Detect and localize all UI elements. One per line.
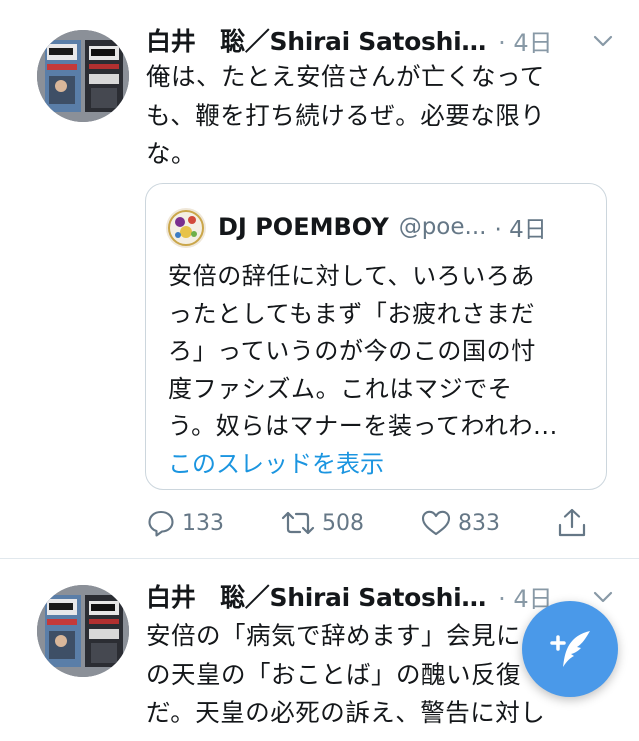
- quoted-author-name: DJ POEMBOY: [218, 213, 389, 241]
- compose-tweet-icon: [550, 631, 590, 667]
- quoted-tweet[interactable]: DJ POEMBOY @poe... · 4日 安倍の辞任に対して、いろいろあ …: [145, 183, 607, 490]
- author-avatar[interactable]: [37, 585, 129, 677]
- retweet-button[interactable]: 508: [280, 503, 364, 543]
- retweet-count: 508: [322, 510, 364, 536]
- like-count: 833: [458, 510, 500, 536]
- chevron-down-icon[interactable]: [590, 28, 616, 54]
- quoted-author-avatar: [166, 208, 206, 248]
- reply-count: 133: [182, 510, 224, 536]
- quoted-author-handle: @poe...: [398, 214, 487, 240]
- heart-icon: [421, 510, 451, 536]
- share-icon: [558, 508, 586, 537]
- share-button[interactable]: [556, 503, 594, 543]
- reply-icon: [148, 510, 174, 537]
- tweet-item[interactable]: 白井 聡／Shirai Satoshi… · 4日 俺は、たとえ安倍さんが亡くな…: [0, 0, 639, 559]
- show-thread-link[interactable]: このスレッドを表示: [168, 444, 384, 479]
- book-cover-avatar: [37, 30, 129, 122]
- retweet-icon: [281, 511, 315, 535]
- chevron-down-icon[interactable]: [590, 584, 616, 610]
- tweet-actions: 133 508 833: [146, 503, 606, 543]
- like-button[interactable]: 833: [420, 503, 500, 543]
- compose-tweet-button[interactable]: [522, 601, 618, 697]
- tweet-text: 安倍の「病気で辞めます」会見に の天皇の「おことば」の醜い反復 だ。天皇の必死の…: [146, 621, 546, 727]
- tweet-header: 白井 聡／Shirai Satoshi… · 4日: [146, 22, 616, 58]
- quoted-tweet-header: DJ POEMBOY @poe... · 4日: [218, 210, 547, 244]
- poemboy-avatar-icon: [166, 208, 206, 248]
- author-name[interactable]: 白井 聡／Shirai Satoshi…: [146, 22, 486, 58]
- author-avatar[interactable]: [37, 30, 129, 122]
- author-name[interactable]: 白井 聡／Shirai Satoshi…: [146, 578, 486, 614]
- tweet-timestamp[interactable]: · 4日: [498, 23, 553, 58]
- book-cover-avatar: [37, 585, 129, 677]
- reply-button[interactable]: 133: [146, 503, 224, 543]
- tweet-text: 俺は、たとえ安倍さんが亡くなって も、鞭を打ち続けるぜ。必要な限り な。: [146, 62, 546, 168]
- quoted-tweet-text: 安倍の辞任に対して、いろいろあ ったとしてもまず「お疲れさまだ ろ」っていうのが…: [168, 262, 558, 440]
- quoted-tweet-timestamp: · 4日: [494, 217, 547, 243]
